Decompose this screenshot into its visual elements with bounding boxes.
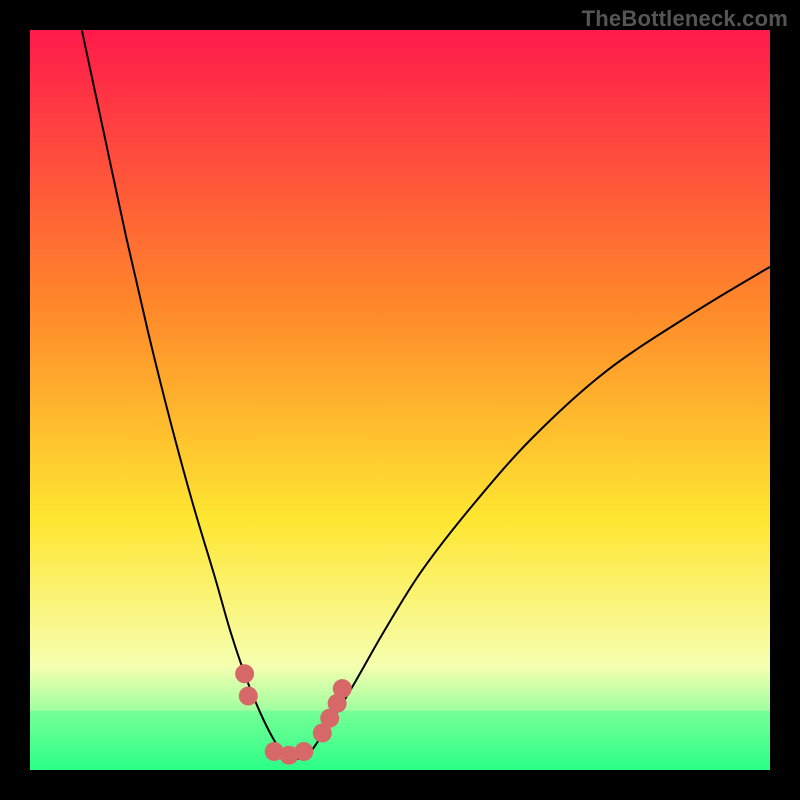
curve-marker <box>239 687 258 706</box>
gradient-background <box>30 30 770 770</box>
watermark-text: TheBottleneck.com <box>582 6 788 32</box>
curve-marker <box>235 664 254 683</box>
plot-area <box>30 30 770 770</box>
curve-marker <box>333 679 352 698</box>
bottleneck-chart <box>30 30 770 770</box>
green-band <box>30 711 770 770</box>
chart-frame: TheBottleneck.com <box>0 0 800 800</box>
curve-marker <box>294 742 313 761</box>
